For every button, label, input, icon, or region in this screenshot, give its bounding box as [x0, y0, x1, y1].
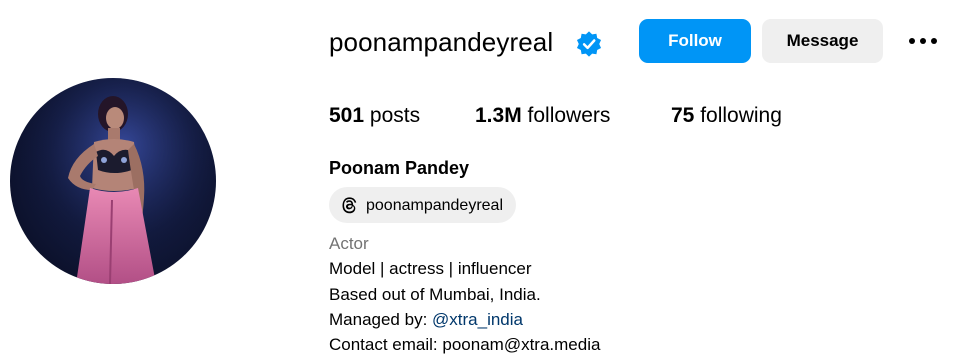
posts-label: posts [369, 104, 421, 127]
following-stat[interactable]: 75 following [671, 102, 782, 130]
followers-count: 1.3M [475, 104, 522, 127]
bio-line: Model | actress | influencer [329, 259, 532, 278]
more-dot [909, 38, 915, 44]
managed-by-link[interactable]: @xtra_india [432, 310, 523, 329]
bio-line: Based out of Mumbai, India. [329, 285, 541, 304]
profile-full-name: Poonam Pandey [329, 158, 470, 178]
profile-username: poonampandeyreal [329, 27, 554, 57]
more-options-icon[interactable] [905, 29, 941, 53]
bio-managed-by: Managed by: @xtra_india [329, 309, 523, 331]
profile-avatar[interactable] [10, 78, 216, 284]
threads-icon [342, 197, 357, 214]
threads-profile-link[interactable]: poonampandeyreal [329, 187, 516, 223]
message-button[interactable]: Message [762, 19, 883, 63]
verified-badge-icon [576, 31, 602, 57]
more-dot [931, 38, 937, 44]
profile-header: poonampandeyreal Follow Message 501 post… [0, 0, 955, 364]
following-label: following [700, 104, 782, 127]
following-count: 75 [671, 104, 695, 127]
followers-stat[interactable]: 1.3M followers [475, 102, 610, 130]
bio-contact-email: Contact email: poonam@xtra.media [329, 335, 601, 354]
profile-category: Actor [329, 234, 369, 253]
followers-label: followers [527, 104, 611, 127]
posts-count: 501 [329, 104, 365, 127]
bio-managed-by-label: Managed by: [329, 310, 433, 329]
avatar-photo [10, 78, 216, 284]
threads-handle: poonampandeyreal [366, 197, 503, 214]
posts-count-stat: 501 posts [329, 102, 420, 130]
follow-button[interactable]: Follow [639, 19, 751, 63]
more-dot [920, 38, 926, 44]
